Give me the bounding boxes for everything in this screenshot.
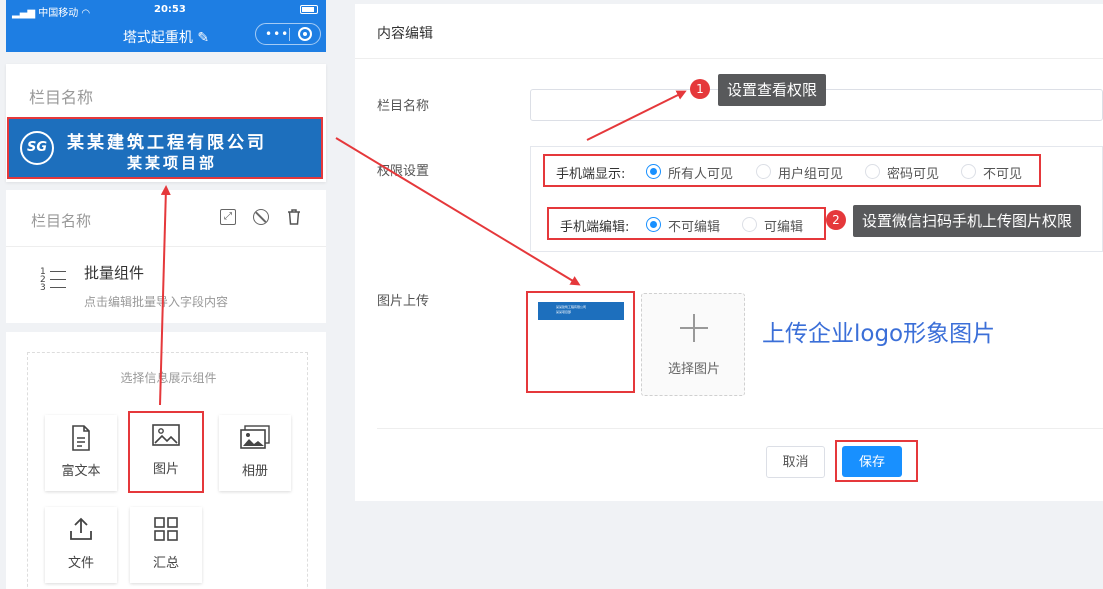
component-label: 文件 — [67, 556, 94, 571]
thumbnail-banner: 某某建筑工程有限公司 某某项目部 — [538, 302, 624, 320]
component-richtext[interactable]: 富文本 — [45, 415, 117, 491]
radio-editable[interactable]: 可编辑 — [742, 216, 803, 235]
component-image[interactable]: 图片 — [128, 411, 204, 493]
component-album[interactable]: 相册 — [219, 415, 291, 491]
status-bar: ▂▄▆ 中国移动 ◠ 20:53 — [6, 0, 326, 20]
radio-user-group[interactable]: 用户组可见 — [756, 163, 843, 182]
company-logo-icon: SG — [20, 131, 54, 165]
component-label: 富文本 — [61, 464, 101, 479]
image-upload-label: 图片上传 — [377, 294, 430, 309]
mobile-display-row: 手机端显示: 所有人可见 用户组可见 密码可见 不可见 — [543, 154, 1041, 187]
mini-program-header: ▂▄▆ 中国移动 ◠ 20:53 塔式起重机 ✎ ••• — [6, 0, 326, 52]
column-name-placeholder-2: 栏目名称 — [31, 212, 92, 230]
upload-hint: 上传企业logo形象图片 — [762, 321, 996, 347]
component-file[interactable]: 文件 — [45, 507, 117, 583]
component-summary[interactable]: 汇总 — [130, 507, 202, 583]
annotation-badge-2: 2 — [826, 210, 846, 230]
annotation-badge-1: 1 — [690, 79, 710, 99]
banner-project-name: 某某项目部 — [127, 154, 218, 172]
divider — [377, 428, 1103, 429]
cancel-button[interactable]: 取消 — [766, 446, 825, 478]
grid-icon — [130, 517, 202, 543]
select-image-label: 选择图片 — [667, 362, 720, 377]
save-button[interactable]: 保存 — [842, 446, 902, 477]
component-label: 图片 — [152, 462, 179, 477]
capsule-menu[interactable]: ••• — [255, 23, 321, 45]
radio-invisible[interactable]: 不可见 — [961, 163, 1022, 182]
component-chooser: 选择信息展示组件 富文本 图片 相册 文件 汇总 — [27, 352, 308, 589]
close-target-icon[interactable] — [298, 27, 312, 41]
plus-icon — [680, 314, 708, 342]
batch-component-desc: 点击编辑批量导入字段内容 — [84, 295, 229, 309]
annotation-tip-2: 设置微信扫码手机上传图片权限 — [853, 205, 1082, 237]
phone-preview: ▂▄▆ 中国移动 ◠ 20:53 塔式起重机 ✎ ••• 栏目名称 SG 某某建… — [6, 0, 326, 589]
mobile-display-label: 手机端显示: — [556, 167, 626, 182]
divider — [6, 246, 326, 247]
save-highlight: 保存 — [835, 440, 918, 482]
component-label: 相册 — [241, 464, 268, 479]
column-name-placeholder: 栏目名称 — [29, 88, 94, 107]
column-name-label: 栏目名称 — [377, 99, 430, 114]
radio-password[interactable]: 密码可见 — [865, 163, 939, 182]
uploaded-image-thumbnail[interactable]: 某某建筑工程有限公司 某某项目部 — [526, 291, 635, 393]
carrier-label: ▂▄▆ 中国移动 ◠ — [12, 8, 91, 19]
numbered-list-icon: 1 2 3 — [40, 268, 68, 293]
batch-section: 栏目名称 ⤢ 1 2 3 批量组件 点击编辑批量导入字段内容 — [6, 190, 326, 323]
chooser-title: 选择信息展示组件 — [120, 371, 217, 385]
status-time: 20:53 — [154, 4, 186, 15]
company-banner-image[interactable]: SG 某某建筑工程有限公司 某某项目部 — [7, 117, 323, 179]
capsule-separator — [289, 28, 290, 41]
upload-icon — [45, 517, 117, 543]
mobile-edit-label: 手机端编辑: — [560, 220, 630, 235]
banner-company-name: 某某建筑工程有限公司 — [67, 133, 267, 153]
divider — [355, 58, 1103, 59]
battery-icon — [300, 4, 318, 15]
expand-icon[interactable]: ⤢ — [220, 209, 236, 225]
batch-component-title[interactable]: 批量组件 — [84, 262, 144, 283]
permission-label: 权限设置 — [377, 164, 430, 179]
album-icon — [219, 425, 291, 451]
trash-icon[interactable] — [286, 209, 302, 225]
component-chooser-section: 选择信息展示组件 富文本 图片 相册 文件 汇总 — [6, 332, 326, 589]
editor-title: 内容编辑 — [377, 26, 433, 42]
radio-everyone[interactable]: 所有人可见 — [646, 163, 733, 182]
edit-pencil-icon[interactable]: ✎ — [197, 30, 209, 46]
radio-not-editable[interactable]: 不可编辑 — [646, 216, 720, 235]
component-label: 汇总 — [152, 556, 179, 571]
banner-section[interactable]: 栏目名称 SG 某某建筑工程有限公司 某某项目部 — [6, 64, 326, 182]
mobile-edit-row: 手机端编辑: 不可编辑 可编辑 — [547, 207, 826, 240]
annotation-tip-1: 设置查看权限 — [718, 74, 827, 106]
select-image-button[interactable]: 选择图片 — [641, 293, 745, 396]
ban-icon[interactable] — [253, 209, 269, 225]
image-icon — [130, 423, 202, 449]
document-icon — [45, 425, 117, 451]
more-dots-icon[interactable]: ••• — [265, 27, 289, 41]
